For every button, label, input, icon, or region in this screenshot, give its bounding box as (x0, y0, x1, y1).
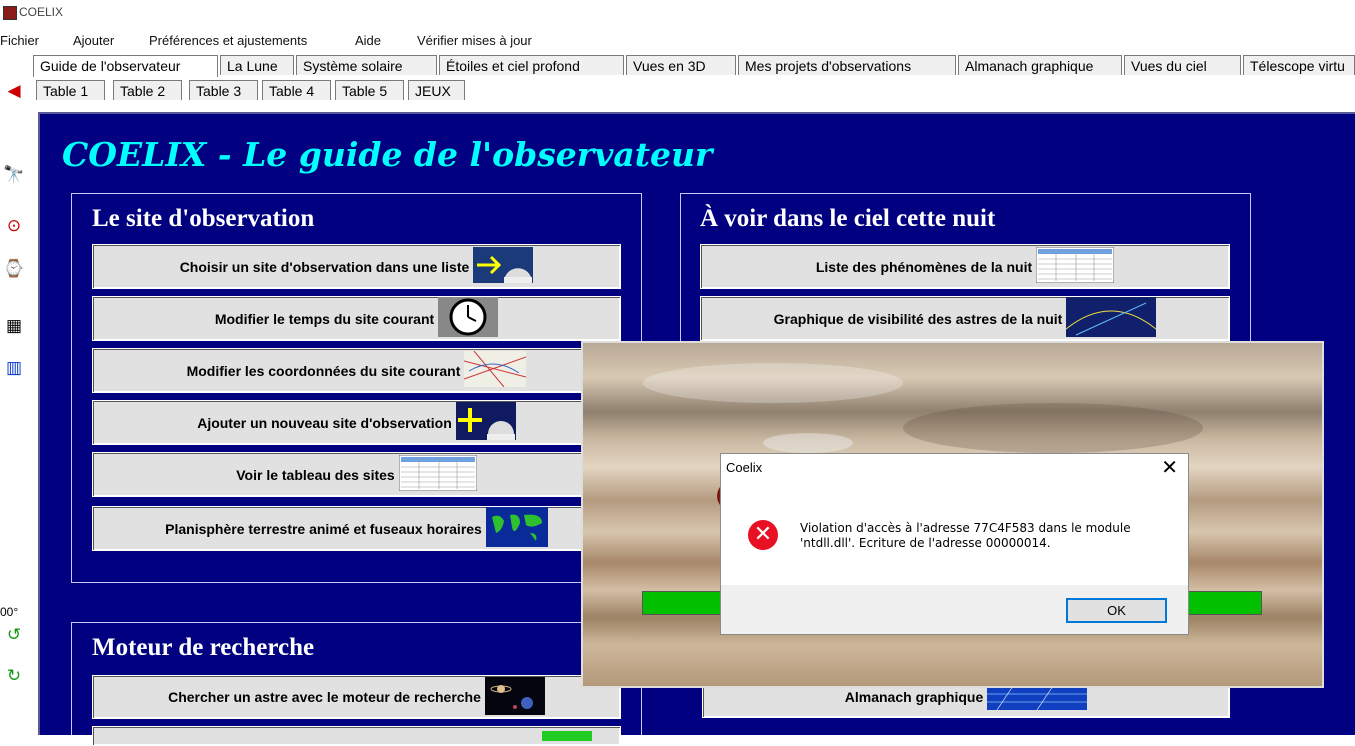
modify-coordinates-button[interactable]: Modifier les coordonnées du site courant (92, 348, 621, 393)
menu-ajouter[interactable]: Ajouter (73, 33, 114, 48)
tab-etoiles-ciel-profond[interactable]: Étoiles et ciel profond (439, 55, 624, 75)
tab-table-2[interactable]: Table 2 (113, 80, 182, 100)
cloud-band-1 (643, 363, 903, 403)
night-phenomena-button[interactable]: Liste des phénomènes de la nuit (700, 244, 1230, 289)
sites-table-label: Voir le tableau des sites (236, 466, 395, 483)
sites-table-button[interactable]: Voir le tableau des sites (92, 452, 621, 497)
tab-table-5[interactable]: Table 5 (335, 80, 404, 100)
visibility-graph-label: Graphique de visibilité des astres de la… (773, 310, 1063, 327)
almanach-label: Almanach graphique (844, 688, 984, 705)
choose-site-label: Choisir un site d'observation dans une l… (179, 258, 470, 275)
search-object-button[interactable]: Chercher un astre avec le moteur de rech… (92, 675, 621, 719)
world-map-icon (485, 507, 548, 550)
error-icon: ✕ (748, 520, 778, 550)
tab-table-3[interactable]: Table 3 (189, 80, 258, 100)
map-icon (464, 350, 527, 390)
night-phenomena-label: Liste des phénomènes de la nuit (815, 258, 1033, 275)
menu-preferences[interactable]: Préférences et ajustements (149, 33, 307, 48)
tab-table-4[interactable]: Table 4 (262, 80, 331, 100)
error-message: Violation d'accès à l'adresse 77C4F583 d… (800, 521, 1131, 550)
title-bar: COELIX (0, 0, 1355, 28)
cloud-band-2 (903, 403, 1203, 453)
tab-telescope-virtuel[interactable]: Télescope virtu (1243, 55, 1355, 75)
app-icon (3, 6, 17, 20)
rotate-left-icon[interactable]: ↺ (1, 622, 27, 648)
tab-guide-observateur[interactable]: Guide de l'observateur (33, 55, 218, 77)
tab-table-1[interactable]: Table 1 (36, 80, 105, 100)
add-observatory-icon (455, 402, 516, 443)
tab-systeme-solaire[interactable]: Système solaire (296, 55, 437, 75)
error-dialog: Coelix ✕ ✕ Violation d'accès à l'adresse… (720, 453, 1189, 635)
sky-tonight-title: À voir dans le ciel cette nuit (700, 205, 996, 232)
clock-icon[interactable]: ⊙ (1, 213, 27, 239)
table-icon (1035, 246, 1115, 286)
telescope-icon[interactable]: 🔭 (1, 162, 27, 188)
green-icon (541, 728, 592, 744)
watch-icon[interactable]: ⌚ (1, 256, 27, 282)
modify-coordinates-label: Modifier les coordonnées du site courant (186, 362, 461, 379)
search-engine-title: Moteur de recherche (92, 634, 315, 661)
galaxy-icon (484, 676, 545, 718)
rotation-label: 00° (0, 605, 19, 619)
binoculars-icon[interactable]: ▦ (1, 313, 27, 339)
add-site-button[interactable]: Ajouter un nouveau site d'observation (92, 400, 621, 445)
menu-fichier[interactable]: Fichier (0, 33, 39, 48)
tab-vues-du-ciel[interactable]: Vues du ciel (1124, 55, 1241, 75)
search-next-button[interactable] (92, 726, 621, 746)
site-observation-title: Le site d'observation (92, 205, 315, 232)
modify-time-label: Modifier le temps du site courant (214, 310, 435, 327)
visibility-chart-icon (1066, 297, 1157, 340)
dialog-body: ✕ Violation d'accès à l'adresse 77C4F583… (721, 484, 1188, 585)
menu-verifier-mises-a-jour[interactable]: Vérifier mises à jour (417, 33, 532, 48)
add-site-label: Ajouter un nouveau site d'observation (197, 414, 452, 431)
ok-button[interactable]: OK (1066, 598, 1167, 623)
planisphere-button[interactable]: Planisphère terrestre animé et fuseaux h… (92, 506, 621, 551)
tab-vues-3d[interactable]: Vues en 3D (626, 55, 736, 75)
back-arrow-icon[interactable]: ◀ (1, 78, 27, 104)
tab-la-lune[interactable]: La Lune (220, 55, 294, 75)
close-icon[interactable]: ✕ (1161, 456, 1178, 480)
tab-mes-projets[interactable]: Mes projets d'observations (738, 55, 956, 75)
search-object-label: Chercher un astre avec le moteur de rech… (168, 689, 481, 705)
observatory-arrow-icon (473, 247, 534, 286)
planisphere-label: Planisphère terrestre animé et fuseaux h… (165, 520, 482, 537)
page-title: COELIX - Le guide de l'observateur (62, 135, 713, 174)
rotate-right-icon[interactable]: ↻ (1, 663, 27, 689)
clock-icon (438, 297, 499, 340)
tab-almanach-graphique[interactable]: Almanach graphique (958, 55, 1122, 75)
cloud-band-3 (763, 433, 853, 453)
modify-time-button[interactable]: Modifier le temps du site courant (92, 296, 621, 341)
color-bars-icon[interactable]: ▥ (1, 355, 27, 381)
tab-jeux[interactable]: JEUX (408, 80, 465, 100)
table-icon (398, 454, 478, 494)
visibility-graph-button[interactable]: Graphique de visibilité des astres de la… (700, 296, 1230, 341)
window-title: COELIX (19, 5, 64, 19)
menu-aide[interactable]: Aide (355, 33, 381, 48)
choose-site-button[interactable]: Choisir un site d'observation dans une l… (92, 244, 621, 289)
dialog-title-bar: Coelix ✕ (721, 454, 1188, 484)
dialog-title: Coelix (726, 460, 763, 475)
